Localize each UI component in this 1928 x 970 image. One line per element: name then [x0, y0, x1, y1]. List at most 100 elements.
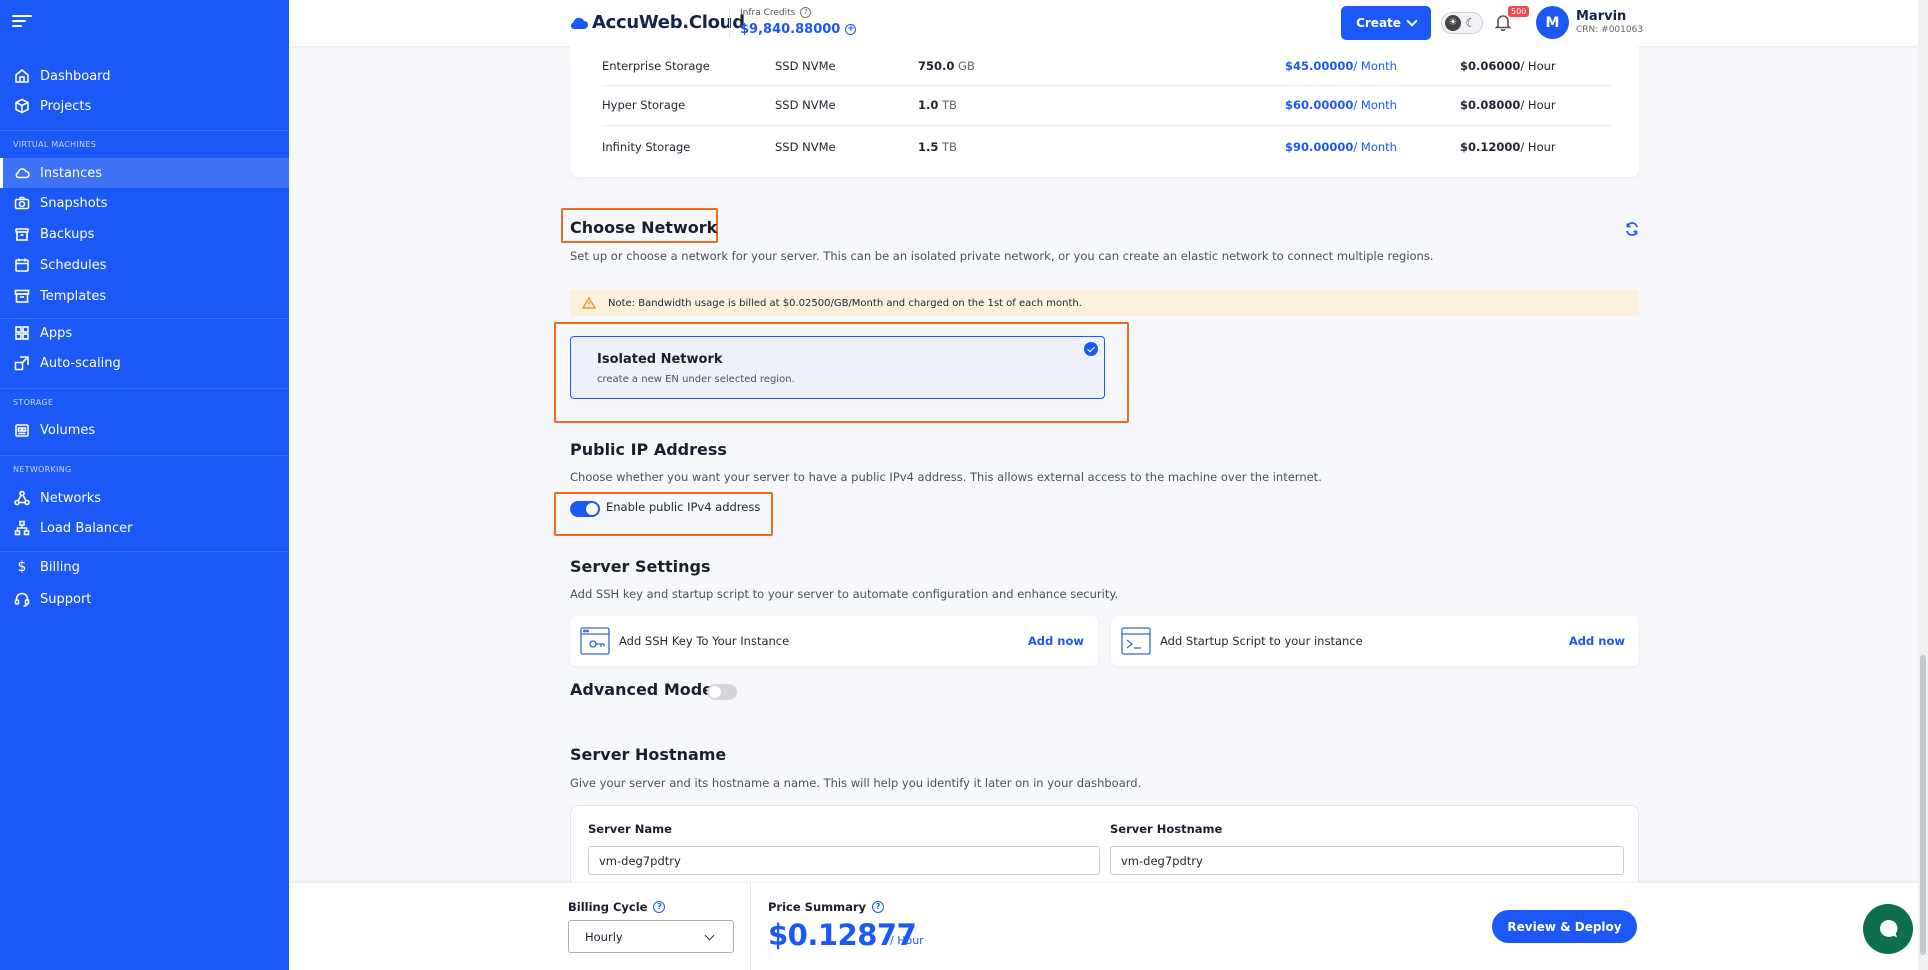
- sidebar-item-networks[interactable]: Networks: [0, 483, 289, 513]
- sidebar-item-volumes[interactable]: Volumes: [0, 415, 289, 445]
- sidebar-divider: [0, 388, 289, 389]
- box-icon: [14, 288, 30, 304]
- storage-size: 750.0 GB: [918, 59, 975, 73]
- create-button[interactable]: Create: [1341, 6, 1431, 40]
- ssh-key-label: Add SSH Key To Your Instance: [619, 634, 790, 648]
- size-value: 750.0: [918, 58, 955, 73]
- sidebar-item-projects[interactable]: Projects: [0, 91, 289, 121]
- server-settings-title: Server Settings: [570, 557, 711, 576]
- billing-cycle-value: Hourly: [585, 929, 623, 944]
- create-button-label: Create: [1356, 16, 1401, 30]
- help-icon[interactable]: ?: [800, 7, 812, 18]
- credits-value: $9,840.88000 +: [740, 22, 857, 37]
- refresh-icon[interactable]: [1625, 221, 1639, 236]
- hourly-value: $0.08000: [1460, 97, 1521, 112]
- public-ipv4-label: Enable public IPv4 address: [606, 500, 761, 514]
- review-deploy-button[interactable]: Review & Deploy: [1492, 910, 1637, 943]
- sidebar-item-auto-scaling[interactable]: Auto-scaling: [0, 348, 289, 378]
- server-name-input[interactable]: vm-deg7pdtry: [588, 846, 1100, 875]
- top-header: AccuWeb.Cloud Infra Credits ? $9,840.880…: [289, 0, 1928, 46]
- cube-icon: [14, 98, 30, 114]
- sidebar-item-label: Volumes: [40, 422, 96, 438]
- hamburger-menu-icon[interactable]: [12, 12, 32, 30]
- add-ssh-key-link[interactable]: Add now: [1028, 634, 1084, 648]
- network-option-title: Isolated Network: [597, 352, 723, 367]
- header-divider: [729, 8, 730, 38]
- section-storage: STORAGE: [13, 398, 54, 407]
- size-unit: GB: [958, 58, 975, 73]
- startup-script-label: Add Startup Script to your instance: [1160, 634, 1363, 648]
- monthly-suffix: / Month: [1353, 58, 1397, 73]
- isolated-network-option[interactable]: Isolated Network create a new EN under s…: [570, 336, 1105, 399]
- sidebar-item-dashboard[interactable]: Dashboard: [0, 61, 289, 91]
- cloud-icon: [14, 165, 30, 181]
- page-scrollbar[interactable]: [1918, 0, 1928, 970]
- storage-name: Infinity Storage: [602, 140, 691, 154]
- size-value: 1.5: [918, 140, 939, 154]
- terminal-icon: [1121, 627, 1151, 655]
- advanced-mode-toggle[interactable]: [707, 684, 737, 700]
- camera-icon: [14, 195, 30, 211]
- sidebar-item-schedules[interactable]: Schedules: [0, 250, 289, 280]
- hourly-value: $0.06000: [1460, 58, 1521, 73]
- table-row[interactable]: Enterprise Storage SSD NVMe 750.0 GB $45…: [602, 46, 1612, 86]
- sidebar-item-backups[interactable]: Backups: [0, 219, 289, 249]
- storage-size: 1.5 TB: [918, 140, 957, 154]
- brand-name: AccuWeb.Cloud: [592, 12, 745, 33]
- footer-divider: [750, 883, 751, 970]
- hourly-suffix: / Hour: [1520, 97, 1556, 112]
- user-name[interactable]: Marvin: [1576, 9, 1626, 24]
- startup-script-card[interactable]: Add Startup Script to your instance Add …: [1111, 616, 1639, 666]
- scale-icon: [14, 355, 30, 371]
- toggle-knob: [709, 686, 721, 698]
- sidebar-item-templates[interactable]: Templates: [0, 281, 289, 311]
- sidebar-item-label: Networks: [40, 490, 102, 506]
- ssh-key-card[interactable]: Add SSH Key To Your Instance Add now: [570, 616, 1098, 666]
- public-ipv4-toggle[interactable]: [570, 501, 600, 517]
- warning-icon: [581, 296, 597, 309]
- calendar-icon: [14, 257, 30, 273]
- billing-cycle-label: Billing Cycle ?: [568, 900, 666, 914]
- help-icon[interactable]: ?: [653, 901, 666, 913]
- avatar[interactable]: M: [1536, 6, 1569, 39]
- brand-logo[interactable]: AccuWeb.Cloud: [569, 12, 745, 33]
- add-startup-script-link[interactable]: Add now: [1569, 634, 1625, 648]
- sidebar-item-instances[interactable]: Instances: [0, 158, 289, 188]
- home-icon: [14, 68, 30, 84]
- sidebar-item-billing[interactable]: $ Billing: [0, 552, 289, 582]
- sidebar-item-apps[interactable]: Apps: [0, 318, 289, 348]
- sidebar-item-load-balancer[interactable]: Load Balancer: [0, 513, 289, 543]
- cloud-logo-icon: [570, 17, 588, 29]
- scrollbar-thumb[interactable]: [1920, 655, 1926, 955]
- sidebar-item-label: Templates: [40, 288, 107, 304]
- credits-label-text: Infra Credits: [740, 7, 796, 18]
- server-hostname-input[interactable]: vm-deg7pdtry: [1110, 846, 1624, 875]
- hourly-price: $0.06000/ Hour: [1460, 59, 1556, 73]
- theme-toggle[interactable]: ☀ ☾: [1441, 12, 1483, 34]
- chat-bubble-icon: [1879, 919, 1898, 938]
- add-credits-icon[interactable]: +: [845, 24, 857, 35]
- hourly-suffix: / Hour: [1520, 58, 1556, 73]
- choose-network-description: Set up or choose a network for your serv…: [570, 249, 1434, 263]
- sidebar-item-support[interactable]: Support: [0, 584, 289, 614]
- server-hostname-label: Server Hostname: [1110, 822, 1223, 836]
- table-row[interactable]: Hyper Storage SSD NVMe 1.0 TB $60.00000/…: [602, 84, 1612, 126]
- table-row[interactable]: Infinity Storage SSD NVMe 1.5 TB $90.000…: [602, 126, 1612, 168]
- chevron-down-icon: [704, 930, 715, 941]
- advanced-mode-title: Advanced Mode: [570, 680, 714, 699]
- sidebar-item-label: Billing: [40, 559, 80, 575]
- sidebar-divider: [0, 130, 289, 131]
- network-icon: [14, 490, 30, 506]
- moon-icon: ☾: [1465, 16, 1476, 30]
- storage-type: SSD NVMe: [775, 140, 836, 154]
- section-virtual-machines: VIRTUAL MACHINES: [13, 140, 97, 149]
- billing-cycle-select[interactable]: Hourly: [568, 920, 734, 953]
- chat-button[interactable]: [1863, 904, 1913, 954]
- sidebar-item-snapshots[interactable]: Snapshots: [0, 188, 289, 218]
- chevron-down-icon: [1406, 15, 1418, 27]
- storage-size: 1.0 TB: [918, 98, 957, 112]
- credits-amount: $9,840.88000: [740, 22, 841, 37]
- sidebar-item-label: Support: [40, 591, 92, 607]
- key-window-icon: [580, 627, 610, 655]
- help-icon[interactable]: ?: [872, 901, 885, 913]
